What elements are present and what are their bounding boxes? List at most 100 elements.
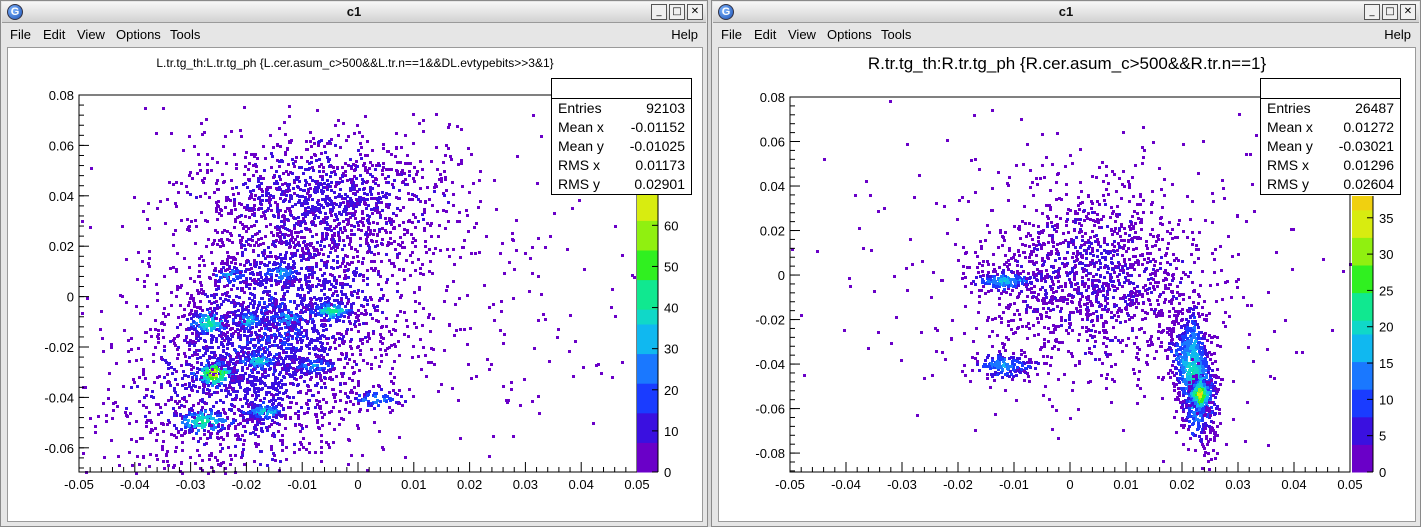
menu-file[interactable]: File <box>10 27 31 42</box>
z-tick-label: 10 <box>1379 392 1393 407</box>
y-tick-label: -0.02 <box>44 340 74 355</box>
menu-view[interactable]: View <box>77 27 105 42</box>
x-tick-label: -0.01 <box>287 477 317 492</box>
stats-value: 0.01272 <box>1343 119 1394 135</box>
title-bar[interactable]: G c1 _ □ ✕ <box>713 2 1419 23</box>
stats-label: Mean y <box>1267 138 1313 154</box>
x-tick-label: 0.02 <box>1169 477 1194 492</box>
z-tick-label: 0 <box>1379 465 1386 480</box>
x-tick-label: 0 <box>1066 477 1073 492</box>
maximize-icon[interactable]: □ <box>669 4 685 20</box>
stats-row: Mean y -0.01025 <box>552 137 691 156</box>
title-bar[interactable]: G c1 _ □ ✕ <box>2 2 706 23</box>
stats-label: Entries <box>1267 100 1311 116</box>
x-tick-label: 0.04 <box>1281 477 1306 492</box>
x-tick-label: 0.01 <box>401 477 426 492</box>
plot-title: L.tr.tg_th:L.tr.tg_ph {L.cer.asum_c>500&… <box>156 56 554 70</box>
z-tick-label: 60 <box>664 218 678 233</box>
z-tick-label: 50 <box>664 259 678 274</box>
z-tick-label: 0 <box>664 465 671 480</box>
z-tick-label: 20 <box>664 383 678 398</box>
z-tick-label: 15 <box>1379 356 1393 371</box>
stats-value: 0.02901 <box>634 176 685 192</box>
stats-label: Mean y <box>558 138 604 154</box>
z-tick-label: 20 <box>1379 320 1393 335</box>
stats-label: RMS y <box>558 176 600 192</box>
y-tick-label: 0.02 <box>49 239 74 254</box>
x-tick-label: -0.01 <box>999 477 1029 492</box>
stats-label: RMS x <box>1267 157 1309 173</box>
stats-row: RMS y 0.02901 <box>552 175 691 194</box>
plot-title: R.tr.tg_th:R.tr.tg_ph {R.cer.asum_c>500&… <box>867 54 1267 73</box>
z-tick-label: 40 <box>664 301 678 316</box>
z-tick-label: 35 <box>1379 211 1393 226</box>
stats-row: RMS x 0.01296 <box>1261 156 1400 175</box>
x-tick-label: -0.05 <box>64 477 94 492</box>
maximize-icon[interactable]: □ <box>1382 4 1398 20</box>
stats-box[interactable]: Entries 26487 Mean x 0.01272 Mean y -0.03021 R… <box>1260 78 1401 195</box>
stats-row: Entries 92103 <box>552 99 691 118</box>
color-scale <box>1352 196 1373 473</box>
stats-label: RMS x <box>558 157 600 173</box>
menu-bar: File Edit View Options Tools Help <box>2 24 706 46</box>
z-tick-label: 30 <box>1379 247 1393 262</box>
stats-value: 0.01173 <box>635 157 685 173</box>
stats-row: Mean x -0.01152 <box>552 118 691 137</box>
plot-canvas[interactable]: R.tr.tg_th:R.tr.tg_ph {R.cer.asum_c>500&… <box>718 47 1416 522</box>
menu-edit[interactable]: Edit <box>754 27 776 42</box>
x-tick-label: 0.05 <box>1337 477 1362 492</box>
right-window: G c1 _ □ ✕ File Edit View Options Tools … <box>711 0 1421 527</box>
y-tick-label: -0.06 <box>44 441 74 456</box>
left-window: G c1 _ □ ✕ File Edit View Options Tools … <box>0 0 708 527</box>
x-tick-label: 0.02 <box>457 477 482 492</box>
stats-value: -0.01025 <box>629 138 685 154</box>
y-tick-label: -0.06 <box>755 402 785 417</box>
stats-row: Entries 26487 <box>1261 99 1400 118</box>
y-tick-label: 0.04 <box>760 179 785 194</box>
stats-label: RMS y <box>1267 176 1309 192</box>
menu-tools[interactable]: Tools <box>170 27 200 42</box>
menu-help[interactable]: Help <box>1384 27 1411 42</box>
x-tick-label: 0.03 <box>513 477 538 492</box>
menu-view[interactable]: View <box>788 27 816 42</box>
menu-file[interactable]: File <box>721 27 742 42</box>
minimize-icon[interactable]: _ <box>651 4 667 20</box>
menu-options[interactable]: Options <box>827 27 872 42</box>
menu-tools[interactable]: Tools <box>881 27 911 42</box>
x-tick-label: -0.02 <box>943 477 973 492</box>
stats-row: Mean x 0.01272 <box>1261 118 1400 137</box>
z-tick-label: 5 <box>1379 429 1386 444</box>
menu-options[interactable]: Options <box>116 27 161 42</box>
close-icon[interactable]: ✕ <box>1400 4 1416 20</box>
x-tick-label: -0.03 <box>176 477 206 492</box>
stats-value: -0.03021 <box>1338 138 1394 154</box>
stats-label: Entries <box>558 100 602 116</box>
plot-canvas[interactable]: L.tr.tg_th:L.tr.tg_ph {L.cer.asum_c>500&… <box>7 47 703 522</box>
stats-row: RMS x 0.01173 <box>552 156 691 175</box>
y-tick-label: -0.04 <box>44 390 74 405</box>
close-icon[interactable]: ✕ <box>687 4 703 20</box>
z-tick-label: 25 <box>1379 283 1393 298</box>
y-tick-label: -0.02 <box>755 313 785 328</box>
stats-row: RMS y 0.02604 <box>1261 175 1400 194</box>
x-tick-label: 0.01 <box>1113 477 1138 492</box>
x-tick-label: 0.04 <box>569 477 594 492</box>
x-tick-label: 0 <box>354 477 361 492</box>
z-tick-label: 30 <box>664 342 678 357</box>
menu-edit[interactable]: Edit <box>43 27 65 42</box>
minimize-icon[interactable]: _ <box>1364 4 1380 20</box>
y-tick-label: -0.08 <box>755 446 785 461</box>
y-tick-label: 0 <box>778 268 785 283</box>
y-tick-label: 0.06 <box>49 138 74 153</box>
window-title: c1 <box>1058 4 1074 19</box>
stats-box[interactable]: Entries 92103 Mean x -0.01152 Mean y -0.01025… <box>551 78 692 195</box>
y-tick-label: 0 <box>67 290 74 305</box>
stats-value: 0.02604 <box>1343 176 1394 192</box>
x-tick-label: -0.03 <box>887 477 917 492</box>
stats-value: 0.01296 <box>1343 157 1394 173</box>
stats-row: Mean y -0.03021 <box>1261 137 1400 156</box>
x-tick-label: -0.04 <box>120 477 150 492</box>
menu-help[interactable]: Help <box>671 27 698 42</box>
color-scale <box>637 176 658 473</box>
y-tick-label: 0.02 <box>760 224 785 239</box>
